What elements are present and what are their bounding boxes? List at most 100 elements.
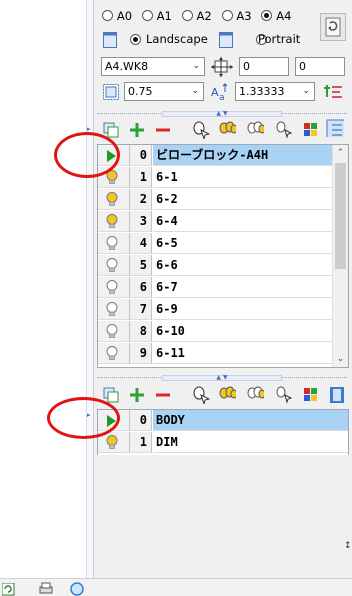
move-offset-icon[interactable] — [211, 57, 233, 77]
visibility-toggle-button[interactable] — [98, 189, 130, 210]
scale-combo[interactable]: 0.75 ⌄ — [124, 82, 204, 101]
grid-icon[interactable] — [326, 119, 344, 137]
scroll-down-icon[interactable]: ⌄ — [333, 351, 348, 367]
row-number: 2 — [130, 189, 152, 210]
layer-row[interactable]: 7 6-9 — [98, 299, 332, 321]
row-number: 1 — [130, 432, 152, 453]
paper-size-group: A0 A1 A2 A3 A4 — [102, 9, 291, 25]
minus-icon[interactable] — [154, 121, 172, 139]
bulb-icon — [106, 280, 118, 294]
bulbs-off-icon[interactable] — [246, 121, 264, 139]
radio-a2[interactable] — [181, 10, 193, 21]
plus-icon[interactable] — [128, 386, 146, 404]
bulb-pointer-icon[interactable] — [275, 121, 293, 139]
row-name[interactable]: 6-7 — [153, 277, 332, 298]
refresh-icon[interactable] — [2, 583, 16, 596]
color-palette-icon[interactable] — [302, 121, 320, 139]
row-name[interactable]: 6-2 — [153, 189, 332, 210]
layer-row[interactable]: 8 6-10 — [98, 321, 332, 343]
radio-a3-label: A3 — [236, 9, 252, 23]
radio-a4-label: A4 — [276, 9, 292, 23]
ratio-icon[interactable]: A a — [211, 82, 231, 102]
row-name[interactable]: ビローブロック-A4H — [153, 145, 332, 166]
rotate-button[interactable] — [320, 13, 346, 41]
row-number: 3 — [130, 211, 152, 232]
layer-row[interactable]: 5 6-6 — [98, 255, 332, 277]
layer-row[interactable]: 2 6-2 — [98, 189, 332, 211]
resize-grip-icon[interactable]: ↕ — [344, 541, 352, 551]
visibility-toggle-button[interactable] — [98, 233, 130, 254]
search-icon[interactable] — [70, 582, 84, 596]
scale-icon — [103, 84, 119, 100]
highlight-ellipse — [54, 132, 120, 178]
row-name[interactable]: 6-10 — [153, 321, 332, 342]
radio-a4[interactable] — [261, 10, 273, 21]
bulb-icon — [106, 302, 118, 316]
visibility-toggle-button[interactable] — [98, 343, 130, 364]
visibility-toggle-button[interactable] — [98, 211, 130, 232]
offset-y-field[interactable]: 0 — [295, 57, 345, 76]
row-name[interactable]: 6-4 — [153, 211, 332, 232]
bulb-icon — [106, 236, 118, 250]
printer-icon[interactable] — [38, 582, 54, 596]
row-number: 0 — [130, 145, 152, 166]
radio-landscape[interactable] — [130, 34, 141, 45]
bulb-select-icon[interactable] — [192, 386, 210, 404]
layers-grid[interactable]: 9 6-11 8 6-10 7 6-9 6 6-7 5 6-6 4 6-5 3 6-4 2 6-2 1 6-1 0 ビ… — [97, 144, 349, 368]
layer-row[interactable]: 6 6-7 — [98, 277, 332, 299]
ratio-combo-value: 1.33333 — [239, 85, 285, 98]
sort-icon[interactable] — [323, 83, 343, 101]
visibility-toggle-button[interactable] — [98, 299, 130, 320]
row-name[interactable]: DIM — [153, 432, 348, 453]
minus-icon[interactable] — [154, 386, 172, 404]
bulbs-on-icon[interactable] — [218, 386, 236, 404]
splitter-grip-icon[interactable]: ▲ ▼ — [162, 111, 282, 117]
left-canvas-area — [0, 0, 82, 578]
row-name[interactable]: 6-9 — [153, 299, 332, 320]
bulb-icon — [106, 346, 118, 360]
scroll-up-icon[interactable]: ⌃ — [333, 145, 348, 161]
landscape-page-icon — [103, 32, 117, 48]
offset-x-field[interactable]: 0 — [239, 57, 289, 76]
layer-row[interactable]: 0 ビローブロック-A4H — [98, 145, 332, 167]
horizontal-splitter-bottom[interactable]: ▲ ▼ — [97, 374, 347, 382]
layer-row[interactable]: 1 6-1 — [98, 167, 332, 189]
bulb-icon — [106, 192, 118, 206]
horizontal-splitter-top[interactable]: ▲ ▼ — [97, 110, 347, 118]
row-name[interactable]: 6-11 — [153, 343, 332, 364]
row-name[interactable]: BODY — [153, 410, 348, 431]
chevron-down-icon: ⌄ — [302, 86, 310, 96]
blocks-grid[interactable]: 1 DIM 0 BODY — [97, 409, 349, 455]
layer-row[interactable]: 9 6-11 — [98, 343, 332, 365]
layers-scrollbar[interactable]: ⌃ ⌄ — [332, 145, 348, 367]
row-name[interactable]: 6-6 — [153, 255, 332, 276]
layer-row[interactable]: 4 6-5 — [98, 233, 332, 255]
radio-a0[interactable] — [102, 10, 113, 21]
row-name[interactable]: 6-5 — [153, 233, 332, 254]
row-number: 9 — [130, 343, 152, 364]
row-number: 5 — [130, 255, 152, 276]
radio-a3[interactable] — [221, 10, 233, 21]
block-row[interactable]: 0 BODY — [98, 410, 348, 432]
bulbs-on-icon[interactable] — [218, 121, 236, 139]
bulb-pointer-icon[interactable] — [275, 386, 293, 404]
block-row[interactable]: 1 DIM — [98, 432, 348, 454]
scrollbar-thumb[interactable] — [335, 163, 346, 269]
visibility-toggle-button[interactable] — [98, 255, 130, 276]
rotate-icon — [325, 17, 341, 37]
chevron-down-icon: ⌄ — [191, 86, 199, 96]
file-combo[interactable]: A4.WK8 ⌄ — [101, 57, 205, 76]
plus-icon[interactable] — [128, 121, 146, 139]
radio-a1[interactable] — [141, 10, 153, 21]
row-name[interactable]: 6-1 — [153, 167, 332, 188]
bulb-select-icon[interactable] — [192, 121, 210, 139]
color-palette-icon[interactable] — [302, 386, 320, 404]
splitter-grip-icon[interactable]: ▲ ▼ — [162, 375, 282, 381]
visibility-toggle-button[interactable] — [98, 321, 130, 342]
row-number: 4 — [130, 233, 152, 254]
visibility-toggle-button[interactable] — [98, 277, 130, 298]
bulbs-off-icon[interactable] — [246, 386, 264, 404]
layer-row[interactable]: 3 6-4 — [98, 211, 332, 233]
ratio-combo[interactable]: 1.33333 ⌄ — [235, 82, 315, 101]
film-icon[interactable] — [328, 386, 346, 404]
